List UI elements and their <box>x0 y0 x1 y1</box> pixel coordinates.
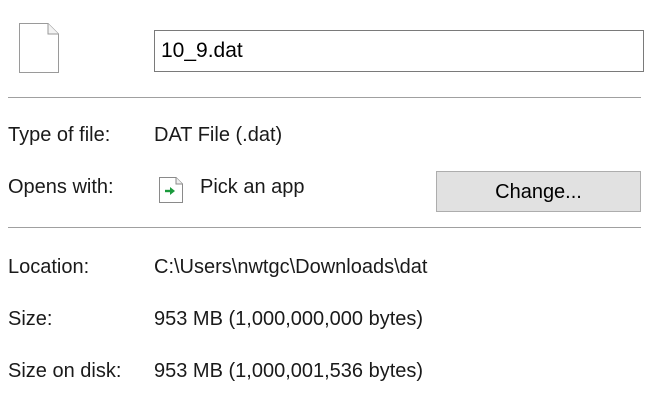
location-label: Location: <box>8 256 90 278</box>
divider <box>8 97 641 98</box>
change-button[interactable]: Change... <box>436 171 641 212</box>
opens-with-label: Opens with: <box>8 176 114 198</box>
location-value: C:\Users\nwtgc\Downloads\dat <box>154 256 428 278</box>
size-label: Size: <box>8 308 53 330</box>
file-name-input[interactable] <box>154 30 644 72</box>
pick-app-icon <box>158 176 184 204</box>
type-of-file-value: DAT File (.dat) <box>154 124 283 146</box>
file-icon <box>18 22 60 74</box>
size-on-disk-value: 953 MB (1,000,001,536 bytes) <box>154 360 424 382</box>
app-name: Pick an app <box>200 176 305 198</box>
type-of-file-label: Type of file: <box>8 124 111 146</box>
divider <box>8 227 641 228</box>
size-value: 953 MB (1,000,000,000 bytes) <box>154 308 424 330</box>
size-on-disk-label: Size on disk: <box>8 360 122 382</box>
